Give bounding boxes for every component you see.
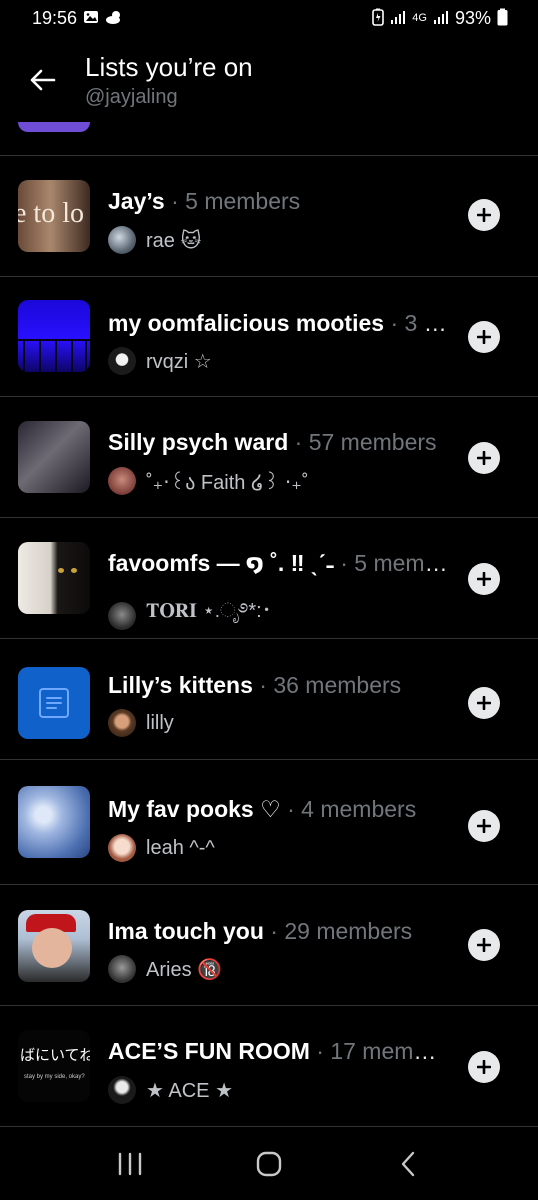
list-name: My fav pooks ♡ [108,796,281,822]
thumbnail-text: e to lo [18,198,84,229]
battery-saver-icon [372,8,385,29]
list-item-partial[interactable] [0,122,538,156]
list-item[interactable]: Silly psych ward · 57 members ˚₊‧꒰ა Fait… [0,397,538,518]
list-thumbnail [18,300,90,372]
member-count: · 57 members [294,429,437,455]
recent-apps-button[interactable] [100,1139,160,1189]
member-count: · 5 members [340,550,448,576]
network-type: 4G [412,12,427,24]
owner-avatar [108,834,136,862]
owner-avatar [108,226,136,254]
list-item[interactable]: My fav pooks ♡ · 4 members leah ^-^ [0,760,538,885]
plus-icon [477,330,491,344]
plus-icon [477,938,491,952]
add-list-button[interactable] [468,321,500,353]
add-list-button[interactable] [468,199,500,231]
owner-name: rae 🐱 [146,229,202,252]
owner-avatar [108,602,136,630]
list-name: favoomfs — ໑ ˚. ‼︎ ˎˊ˗ [108,550,334,576]
add-list-button[interactable] [468,929,500,961]
list-item[interactable]: my oomfalicious mooties · 3 members rvqz… [0,277,538,397]
signal-icon-2 [433,10,449,27]
member-count: · 5 members [171,188,301,214]
gallery-icon [83,9,99,28]
thumbnail-text: ばにいてね [20,1047,90,1064]
member-count: · 29 members [270,918,413,944]
back-arrow-icon [30,69,56,91]
status-bar: 19:56 4G 93% [0,0,538,36]
member-count: · 3 members [390,310,448,336]
member-count: · 36 members [259,672,402,698]
plus-icon [477,696,491,710]
list-thumbnail [18,542,90,614]
battery-percent: 93% [454,7,491,28]
list-name: Silly psych ward [108,429,289,455]
list-thumbnail [18,667,90,739]
owner-name: lilly [146,711,174,734]
thumbnail-caption: stay by my side, okay? [24,1074,85,1080]
owner-avatar [108,1076,136,1104]
list-item[interactable]: ばにいてね stay by my side, okay? ACE’S FUN R… [0,1006,538,1127]
owner-avatar [108,347,136,375]
battery-icon [497,8,508,29]
chevron-left-icon [402,1151,415,1177]
owner-name: rvqzi ☆ [146,350,212,373]
plus-icon [477,1060,491,1074]
add-list-button[interactable] [468,442,500,474]
list-thumbnail: ばにいてね stay by my side, okay? [18,1030,90,1102]
page-title: Lists you’re on [85,52,253,82]
list-default-icon [39,688,69,718]
list-name: ACE’S FUN ROOM [108,1038,310,1064]
list-thumbnail [18,786,90,858]
list-thumbnail: e to lo [18,180,90,252]
list-name: Ima touch you [108,918,264,944]
owner-name: Aries 🔞 [146,958,223,981]
lists-container: e to lo Jay’s · 5 members rae 🐱 my oomfa… [0,122,538,1128]
home-icon [256,1151,282,1177]
header: Lists you’re on @jayjaling [0,40,538,120]
nav-back-button[interactable] [378,1139,438,1189]
system-nav-bar [0,1128,538,1200]
plus-icon [477,819,491,833]
signal-icon [390,10,406,27]
home-button[interactable] [239,1139,299,1189]
page-subtitle-handle: @jayjaling [85,86,178,108]
list-item[interactable]: e to lo Jay’s · 5 members rae 🐱 [0,156,538,277]
list-thumbnail [18,122,90,132]
add-list-button[interactable] [468,687,500,719]
list-name: my oomfalicious mooties [108,310,385,336]
owner-name: ˚₊‧꒰ა Faith ໒꒱ ‧₊˚ [146,471,309,494]
weather-icon [105,9,123,28]
add-list-button[interactable] [468,810,500,842]
plus-icon [477,208,491,222]
plus-icon [477,572,491,586]
plus-icon [477,451,491,465]
list-item[interactable]: Lilly’s kittens · 36 members lilly [0,639,538,760]
list-item[interactable]: favoomfs — ໑ ˚. ‼︎ ˎˊ˗ · 5 members 𝐓𝐎𝐑𝐈 … [0,518,538,639]
owner-name: leah ^-^ [146,836,215,859]
owner-avatar [108,467,136,495]
member-count: · 4 members [287,796,417,822]
list-item[interactable]: Ima touch you · 29 members Aries 🔞 [0,885,538,1006]
owner-name: 𝐓𝐎𝐑𝐈 ⋆.ೃ࿔*:･ [146,600,272,622]
list-name: Lilly’s kittens [108,672,253,698]
add-list-button[interactable] [468,563,500,595]
owner-avatar [108,709,136,737]
list-thumbnail [18,421,90,493]
member-count: · 17 members [316,1038,448,1064]
list-thumbnail [18,910,90,982]
owner-name: ★ ACE ★ [146,1079,233,1102]
back-button[interactable] [22,60,62,100]
list-name: Jay’s [108,188,165,214]
owner-avatar [108,955,136,983]
add-list-button[interactable] [468,1051,500,1083]
recent-apps-icon [118,1152,141,1176]
status-time: 19:56 [32,7,78,28]
